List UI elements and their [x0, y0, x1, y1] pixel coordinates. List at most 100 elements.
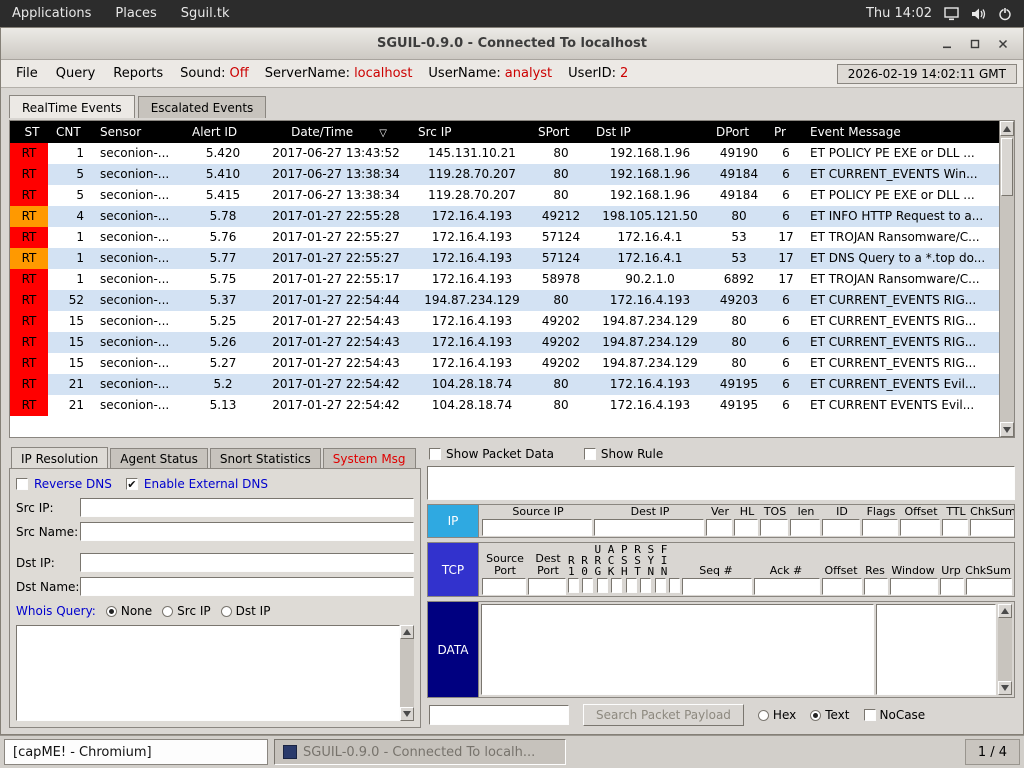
ip-hl-field[interactable] [734, 519, 758, 536]
col-header-cnt[interactable]: CNT [48, 121, 94, 143]
ip-flags-field[interactable] [862, 519, 898, 536]
tcp-res-field[interactable] [864, 578, 888, 595]
minimize-button[interactable] [935, 33, 959, 55]
event-row[interactable]: RT 1 seconion-... 5.77 2017-01-27 22:55:… [10, 248, 999, 269]
taskbar-capme-button[interactable]: [capME! - Chromium] [4, 739, 268, 765]
ip-offset-field[interactable] [900, 519, 940, 536]
whois-src-ip-radio[interactable]: Src IP [162, 604, 211, 618]
power-icon[interactable] [998, 7, 1012, 21]
external-dns-checkbox[interactable] [125, 478, 138, 490]
src-ip-input[interactable] [80, 498, 414, 517]
show-packet-data-option[interactable]: Show Packet Data [429, 447, 554, 461]
dst-ip-input[interactable] [80, 553, 414, 572]
ip-len-field[interactable] [790, 519, 820, 536]
ip-tos-field[interactable] [760, 519, 788, 536]
col-header-alert-id[interactable]: Alert ID [186, 121, 260, 143]
show-packet-data-checkbox[interactable] [429, 448, 441, 460]
event-row[interactable]: RT 1 seconion-... 5.75 2017-01-27 22:55:… [10, 269, 999, 290]
panel-clock[interactable]: Thu 14:02 [866, 6, 932, 21]
nocase-checkbox[interactable] [863, 709, 876, 721]
tcp-dest-port-field[interactable] [528, 578, 566, 595]
event-row[interactable]: RT 21 seconion-... 5.13 2017-01-27 22:54… [10, 395, 999, 416]
event-row[interactable]: RT 52 seconion-... 5.37 2017-01-27 22:54… [10, 290, 999, 311]
whois-scrollbar[interactable] [400, 625, 414, 721]
titlebar[interactable]: SGUIL-0.9.0 - Connected To localhost [1, 28, 1023, 60]
payload-scrollbar[interactable] [998, 604, 1012, 695]
show-rule-checkbox[interactable] [583, 448, 596, 460]
tcp-offset-field[interactable] [822, 578, 862, 595]
tab-agent-status[interactable]: Agent Status [110, 448, 208, 468]
tcp-flag-psh-field[interactable] [625, 578, 637, 593]
whois-scroll-down-icon[interactable] [400, 707, 414, 721]
menu-file[interactable]: File [7, 66, 47, 81]
payload-scroll-track[interactable] [998, 618, 1012, 681]
menu-reports[interactable]: Reports [104, 66, 172, 81]
ip-id-field[interactable] [822, 519, 860, 536]
tcp-chksum-field[interactable] [966, 578, 1012, 595]
tab-escalated-events[interactable]: Escalated Events [137, 96, 267, 118]
src-name-input[interactable] [80, 522, 414, 541]
search-payload-button[interactable]: Search Packet Payload [583, 704, 744, 726]
close-button[interactable] [991, 33, 1015, 55]
payload-hex-area[interactable] [481, 604, 874, 695]
ip-chksum-field[interactable] [970, 519, 1014, 536]
ip-ver-field[interactable] [706, 519, 732, 536]
events-scroll-thumb[interactable] [1001, 138, 1013, 196]
menu-query[interactable]: Query [47, 66, 105, 81]
col-header-event-message[interactable]: Event Message [804, 121, 999, 143]
ip-dest-ip-field[interactable] [594, 519, 704, 536]
menu-sguil-tk[interactable]: Sguil.tk [169, 0, 242, 27]
show-rule-option[interactable]: Show Rule [583, 447, 663, 461]
event-row[interactable]: RT 21 seconion-... 5.2 2017-01-27 22:54:… [10, 374, 999, 395]
scroll-up-icon[interactable] [1000, 121, 1014, 136]
ip-ttl-field[interactable] [942, 519, 968, 536]
whois-output-area[interactable] [16, 625, 400, 721]
maximize-button[interactable] [963, 33, 987, 55]
dst-name-input[interactable] [80, 577, 414, 596]
col-header-pr[interactable]: Pr [768, 121, 804, 143]
hex-radio[interactable]: Hex [757, 708, 796, 722]
col-header-st[interactable]: ST [10, 121, 48, 143]
workspace-pager[interactable]: 1 / 4 [964, 739, 1020, 765]
tcp-flag-fin-field[interactable] [668, 578, 680, 593]
payload-ascii-area[interactable] [876, 604, 996, 695]
event-row[interactable]: RT 1 seconion-... 5.420 2017-06-27 13:43… [10, 143, 999, 164]
tcp-urp-field[interactable] [940, 578, 964, 595]
col-header-sensor[interactable]: Sensor [94, 121, 186, 143]
event-row[interactable]: RT 5 seconion-... 5.415 2017-06-27 13:38… [10, 185, 999, 206]
reverse-dns-checkbox[interactable] [16, 478, 28, 490]
tab-snort-statistics[interactable]: Snort Statistics [209, 448, 321, 468]
tab-system-msg[interactable]: System Msg [322, 448, 416, 468]
tcp-window-field[interactable] [890, 578, 938, 595]
tab-realtime-events[interactable]: RealTime Events [9, 95, 135, 118]
scroll-down-icon[interactable] [1000, 422, 1014, 437]
tcp-flag-ack-field[interactable] [611, 578, 623, 593]
tcp-source-port-field[interactable] [482, 578, 526, 595]
tcp-seq-field[interactable] [682, 578, 752, 595]
volume-icon[interactable] [971, 7, 986, 21]
rule-display-area[interactable] [427, 466, 1015, 500]
event-row[interactable]: RT 1 seconion-... 5.76 2017-01-27 22:55:… [10, 227, 999, 248]
event-row[interactable]: RT 15 seconion-... 5.27 2017-01-27 22:54… [10, 353, 999, 374]
tcp-flag-r0-field[interactable] [582, 578, 594, 593]
events-scrollbar[interactable] [999, 121, 1014, 437]
col-header-datetime[interactable]: Date/Time ▽ [260, 121, 412, 143]
tcp-flag-r1-field[interactable] [568, 578, 579, 593]
tcp-flag-syn-field[interactable] [654, 578, 666, 593]
search-payload-input[interactable] [429, 705, 569, 725]
tab-ip-resolution[interactable]: IP Resolution [11, 447, 109, 468]
payload-scroll-down-icon[interactable] [998, 681, 1012, 695]
col-header-dport[interactable]: DPort [710, 121, 768, 143]
taskbar-sguil-button[interactable]: SGUIL-0.9.0 - Connected To localh... [274, 739, 566, 765]
menu-applications[interactable]: Applications [0, 0, 103, 27]
event-row[interactable]: RT 4 seconion-... 5.78 2017-01-27 22:55:… [10, 206, 999, 227]
whois-scroll-up-icon[interactable] [400, 625, 414, 639]
ip-source-ip-field[interactable] [482, 519, 592, 536]
tcp-flag-rst-field[interactable] [640, 578, 652, 593]
event-row[interactable]: RT 15 seconion-... 5.26 2017-01-27 22:54… [10, 332, 999, 353]
payload-scroll-up-icon[interactable] [998, 604, 1012, 618]
tcp-ack-field[interactable] [754, 578, 820, 595]
tcp-flag-urg-field[interactable] [596, 578, 608, 593]
event-row[interactable]: RT 5 seconion-... 5.410 2017-06-27 13:38… [10, 164, 999, 185]
menu-places[interactable]: Places [103, 0, 168, 27]
